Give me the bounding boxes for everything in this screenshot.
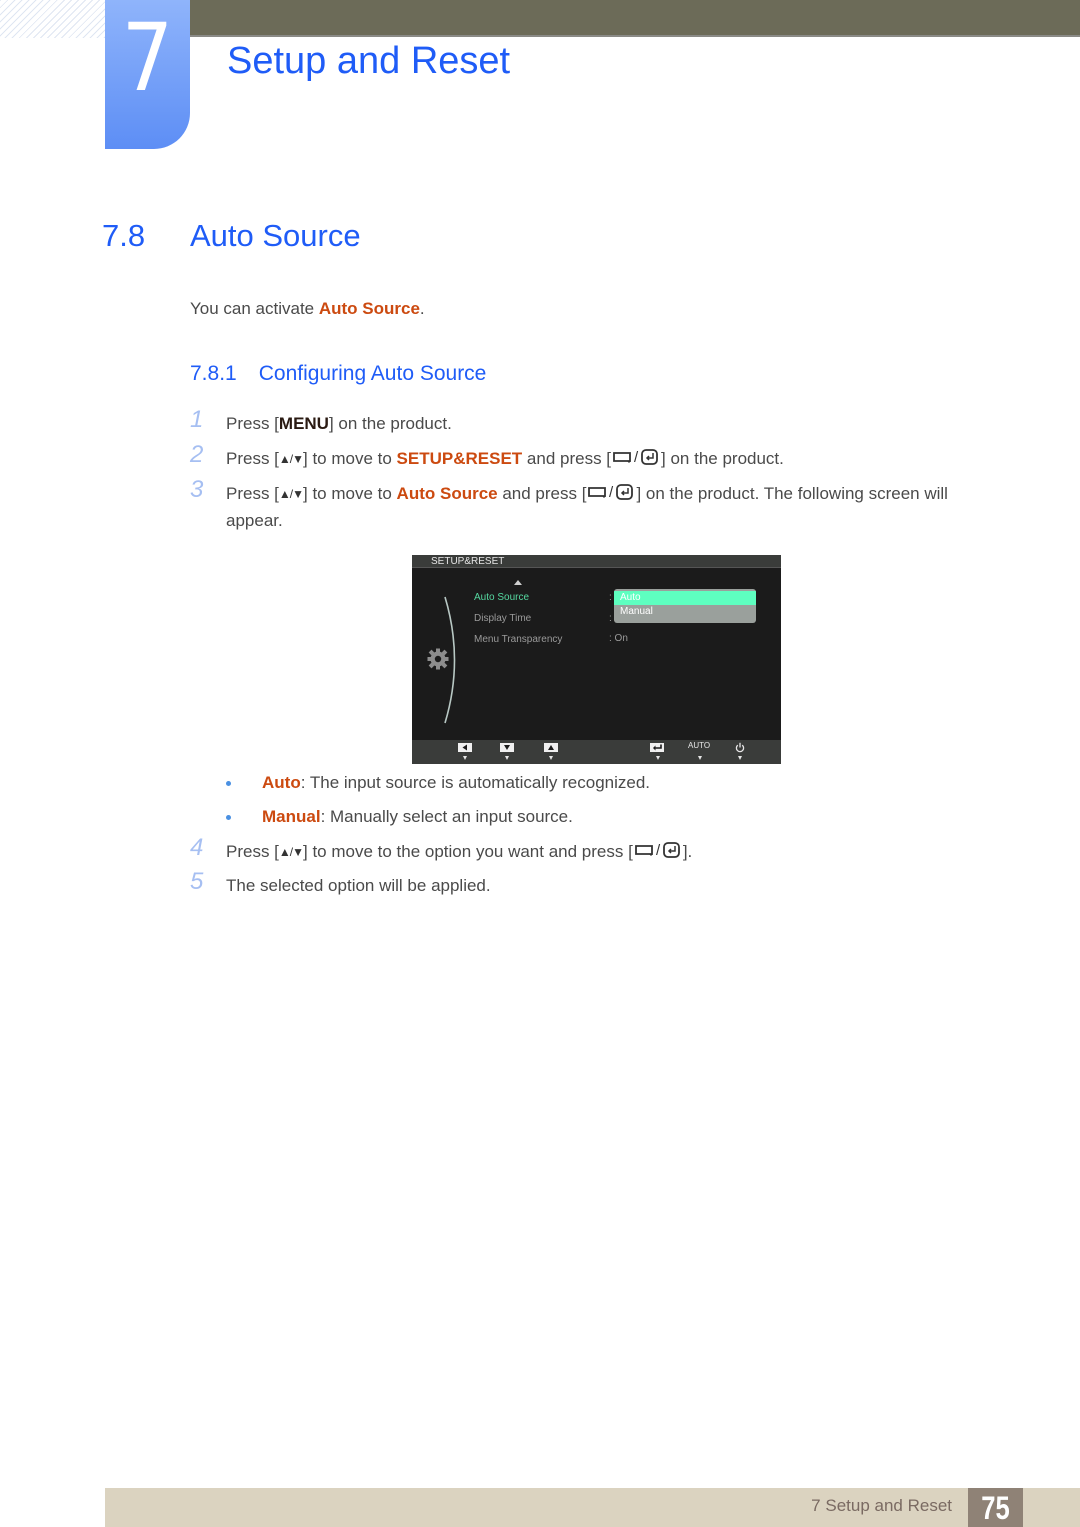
osd-option-auto[interactable]: Auto xyxy=(614,591,756,605)
bullet-term: Auto xyxy=(262,773,301,792)
bullet-term: Manual xyxy=(262,807,321,826)
osd-item-auto-source[interactable]: Auto Source xyxy=(474,592,529,603)
chapter-number: 7 xyxy=(121,4,174,113)
svg-text:/: / xyxy=(609,484,614,501)
bullet-desc: : Manually select an input source. xyxy=(320,807,573,826)
osd-colon: : xyxy=(609,613,612,624)
osd-screen: SETUP&RESET Auto Source Display Time Men… xyxy=(412,555,781,764)
auto-source-highlight: Auto Source xyxy=(396,484,498,503)
text-segment: ] to move to the option you want and pre… xyxy=(303,842,633,861)
osd-up-button-icon[interactable] xyxy=(544,743,558,752)
footer-chapter-label: 7 Setup and Reset xyxy=(811,1496,952,1515)
pointer-icon xyxy=(505,756,509,760)
bullet-text: Auto: The input source is automatically … xyxy=(262,770,650,796)
text-segment: Press [ xyxy=(226,842,279,861)
text-segment: Press [ xyxy=(226,484,279,503)
step-text: The selected option will be applied. xyxy=(226,876,491,895)
step-number: 3 xyxy=(190,476,204,503)
bullet-dot-icon xyxy=(226,815,231,820)
text-segment: ] on the product. The following screen w… xyxy=(636,484,948,503)
intro-prefix: You can activate xyxy=(190,299,319,318)
step-number: 1 xyxy=(190,406,204,433)
page-footer: 7 Setup and Reset 75 xyxy=(105,1488,1080,1527)
bullet-desc: : The input source is automatically reco… xyxy=(300,773,651,792)
text-segment: Press [ xyxy=(226,414,279,433)
subsection-title: Configuring Auto Source xyxy=(258,362,487,385)
intro-suffix: . xyxy=(419,299,425,318)
pointer-icon xyxy=(656,756,660,760)
osd-left-button-icon[interactable] xyxy=(458,743,472,752)
text-segment: and press [ xyxy=(497,484,587,503)
osd-button-bar: AUTO xyxy=(412,740,781,764)
osd-enter-button-icon[interactable] xyxy=(650,743,664,752)
scroll-up-arrow-icon xyxy=(514,580,522,585)
step-text: Press [▲/▼] to move to SETUP&RESET and p… xyxy=(226,446,784,474)
source-enter-key-icon: / xyxy=(611,448,661,474)
step-text: Press [MENU] on the product. xyxy=(226,411,452,437)
text-segment: ] on the product. xyxy=(328,414,452,433)
text-segment: ]. xyxy=(682,842,693,861)
up-down-key-icon: ▲/▼ xyxy=(278,452,304,466)
pointer-icon xyxy=(698,756,702,760)
chapter-tab: 7 xyxy=(105,0,190,149)
page-number: 75 xyxy=(981,1490,1010,1526)
svg-text:/: / xyxy=(634,449,639,466)
section-number: 7.8 xyxy=(102,218,146,253)
subsection-number: 7.8.1 xyxy=(190,362,237,385)
osd-item-menu-transparency[interactable]: Menu Transparency xyxy=(474,634,562,645)
osd-down-button-icon[interactable] xyxy=(500,743,514,752)
step-number: 2 xyxy=(190,441,204,468)
step-number: 4 xyxy=(190,834,204,861)
pointer-icon xyxy=(738,756,742,760)
osd-titlebar: SETUP&RESET xyxy=(412,555,781,568)
menu-key-icon: MENU xyxy=(278,414,329,433)
step-text: Press [▲/▼] to move to Auto Source and p… xyxy=(226,481,948,509)
bullet-text: Manual: Manually select an input source. xyxy=(262,804,573,830)
osd-title: SETUP&RESET xyxy=(431,556,505,567)
header-hatch-decoration xyxy=(0,0,105,38)
osd-auto-button[interactable]: AUTO xyxy=(688,741,710,750)
header-bar xyxy=(190,0,1080,37)
text-segment: Press [ xyxy=(226,449,279,468)
gear-icon xyxy=(427,648,449,670)
osd-item-display-time[interactable]: Display Time xyxy=(474,613,531,624)
text-segment: ] on the product. xyxy=(661,449,784,468)
osd-dropdown[interactable]: Auto Manual xyxy=(614,589,756,623)
pointer-icon xyxy=(463,756,467,760)
osd-colon: : xyxy=(609,592,612,603)
source-enter-key-icon: / xyxy=(633,841,683,867)
intro-highlight: Auto Source xyxy=(318,299,420,318)
osd-value-menu-transparency: : On xyxy=(609,633,628,644)
source-enter-key-icon: / xyxy=(586,483,636,509)
step-3-continuation: appear. xyxy=(226,511,283,530)
up-down-key-icon: ▲/▼ xyxy=(278,845,304,859)
osd-option-manual[interactable]: Manual xyxy=(614,605,756,619)
intro-paragraph: You can activate Auto Source. xyxy=(190,299,425,319)
setup-reset-highlight: SETUP&RESET xyxy=(396,449,523,468)
step-number: 5 xyxy=(190,868,204,895)
pointer-icon xyxy=(549,756,553,760)
bullet-dot-icon xyxy=(226,781,231,786)
step-text: Press [▲/▼] to move to the option you wa… xyxy=(226,839,692,867)
power-icon[interactable] xyxy=(735,742,745,753)
svg-text:/: / xyxy=(656,842,661,859)
page-number-box: 75 xyxy=(968,1488,1023,1527)
text-segment: and press [ xyxy=(522,449,612,468)
chapter-title: Setup and Reset xyxy=(227,40,511,82)
up-down-key-icon: ▲/▼ xyxy=(278,487,304,501)
section-title: Auto Source xyxy=(190,218,361,253)
subsection-heading: 7.8.1 Configuring Auto Source xyxy=(190,362,486,386)
text-segment: ] to move to xyxy=(303,484,397,503)
text-segment: ] to move to xyxy=(303,449,397,468)
